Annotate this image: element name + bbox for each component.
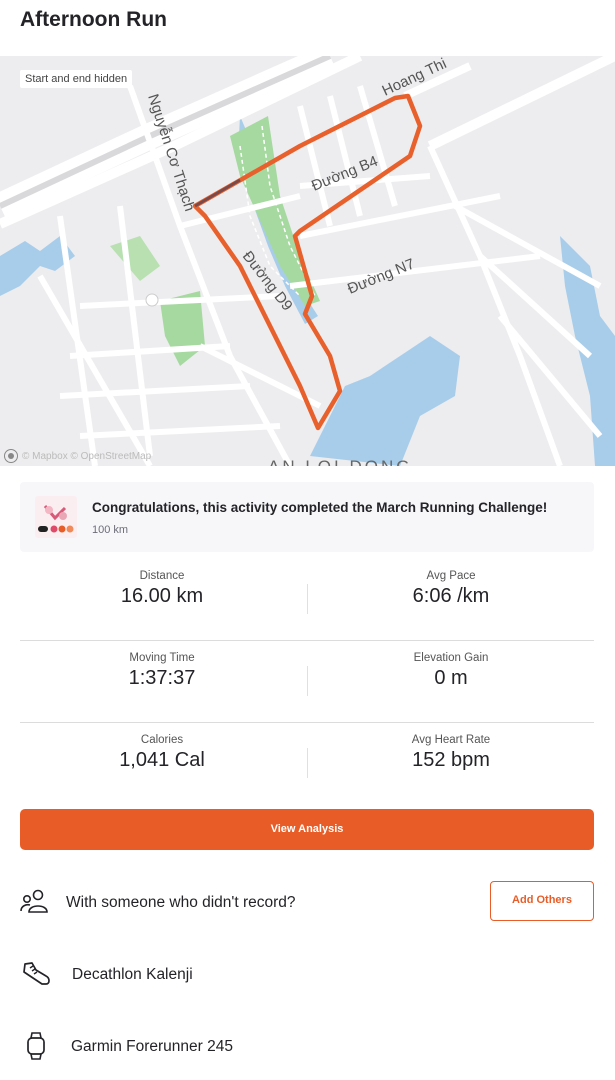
- stat-value: 6:06 /km: [412, 585, 490, 607]
- map-attribution-text: © Mapbox © OpenStreetMap: [22, 450, 152, 462]
- with-someone-text: With someone who didn't record?: [66, 894, 296, 911]
- challenge-title: Congratulations, this activity completed…: [92, 500, 548, 515]
- stat-label: Distance: [139, 570, 185, 582]
- view-analysis-button[interactable]: View Analysis: [20, 809, 594, 850]
- people-icon: [20, 889, 48, 913]
- map-label-n7: Đường N7: [345, 255, 417, 297]
- stats-divider: [20, 722, 594, 723]
- route-map[interactable]: Nguyễn Cơ Thạch Hoang Thi Đường B4 Đường…: [0, 56, 615, 466]
- stat-elevation-gain: Elevation Gain 0 m: [306, 652, 596, 690]
- start-end-hidden-badge: Start and end hidden: [20, 70, 133, 88]
- stat-label: Moving Time: [129, 652, 195, 664]
- stat-value: 1,041 Cal: [119, 749, 205, 771]
- watch-icon: [27, 1032, 45, 1060]
- map-attribution[interactable]: © Mapbox © OpenStreetMap: [4, 449, 151, 463]
- stats-divider: [20, 640, 594, 641]
- challenge-card[interactable]: Congratulations, this activity completed…: [20, 482, 594, 552]
- stat-avg-pace: Avg Pace 6:06 /km: [306, 570, 596, 608]
- stat-label: Avg Pace: [426, 570, 476, 582]
- shoe-icon: [23, 962, 50, 985]
- activity-title: Afternoon Run: [20, 8, 167, 31]
- stat-moving-time: Moving Time 1:37:37: [17, 652, 307, 690]
- stat-calories: Calories 1,041 Cal: [17, 734, 307, 772]
- challenge-badge-icon: [35, 496, 77, 538]
- map-canvas: Nguyễn Cơ Thạch Hoang Thi Đường B4 Đường…: [0, 56, 615, 466]
- gear-shoes-row[interactable]: Decathlon Kalenji: [0, 954, 615, 994]
- add-others-button[interactable]: Add Others: [490, 881, 594, 921]
- map-label-area: AN LOI DONG: [268, 457, 412, 466]
- device-name: Garmin Forerunner 245: [71, 1038, 233, 1055]
- challenge-subtitle: 100 km: [92, 524, 129, 536]
- gear-device-row[interactable]: Garmin Forerunner 245: [0, 1026, 615, 1066]
- stat-value: 0 m: [434, 667, 468, 689]
- stat-value: 16.00 km: [120, 585, 204, 607]
- stat-label: Avg Heart Rate: [411, 734, 491, 746]
- stat-label: Calories: [140, 734, 184, 746]
- info-icon[interactable]: [4, 449, 18, 463]
- stat-distance: Distance 16.00 km: [17, 570, 307, 608]
- stat-value: 152 bpm: [412, 749, 490, 771]
- stat-label: Elevation Gain: [413, 652, 489, 664]
- stat-avg-heart-rate: Avg Heart Rate 152 bpm: [306, 734, 596, 772]
- shoe-name: Decathlon Kalenji: [72, 966, 193, 983]
- stat-value: 1:37:37: [128, 667, 196, 689]
